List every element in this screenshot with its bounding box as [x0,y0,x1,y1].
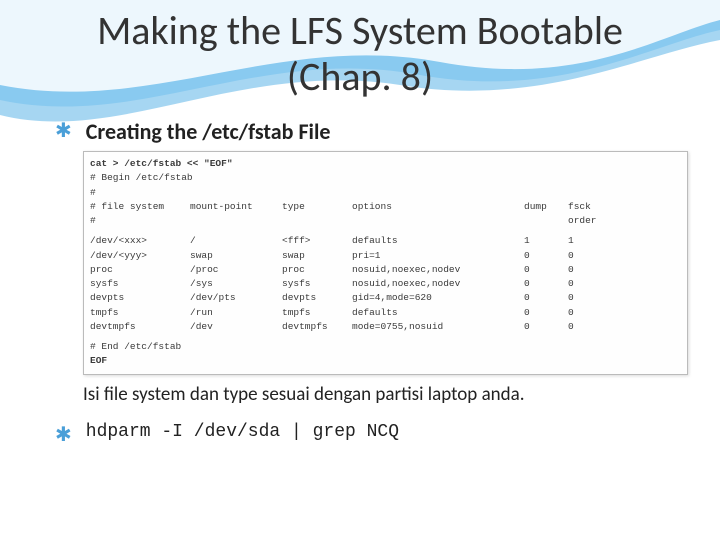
star-icon: ✱ [55,118,72,144]
code-begin: # Begin /etc/fstab [90,171,681,185]
bullet-item-1: ✱ Creating the /etc/fstab File [55,118,680,145]
bullet-2-text: hdparm -I /dev/sda | grep NCQ [86,422,399,442]
fstab-row: tmpfs/runtmpfsdefaults00 [90,306,681,320]
fstab-row: proc/procprocnosuid,noexec,nodev00 [90,263,681,277]
bullet-item-2: ✱ hdparm -I /dev/sda | grep NCQ [55,422,680,448]
fstab-row: /dev/<xxx>/<fff>defaults11 [90,234,681,248]
code-end: # End /etc/fstab [90,340,681,354]
code-cat-line: cat > /etc/fstab << "EOF" [90,158,233,169]
fstab-row: sysfs/syssysfsnosuid,noexec,nodev00 [90,277,681,291]
slide-content: ✱ Creating the /etc/fstab File cat > /et… [0,100,720,448]
slide-title: Making the LFS System Bootable (Chap. 8) [0,0,720,100]
code-eof: EOF [90,355,107,366]
note-text: Isi file system dan type sesuai dengan p… [83,383,680,406]
fstab-row: devpts/dev/ptsdevptsgid=4,mode=62000 [90,291,681,305]
code-header-row: # file system mount-point type options d… [90,200,681,214]
fstab-row: /dev/<yyy>swapswappri=100 [90,249,681,263]
title-line1: Making the LFS System Bootable [97,6,623,55]
code-hash: # [90,186,681,200]
code-header-row2: # order [90,214,681,228]
fstab-row: devtmpfs/devdevtmpfsmode=0755,nosuid00 [90,320,681,334]
bullet-1-text: Creating the /etc/fstab File [86,118,331,145]
title-line2: (Chap. 8) [287,52,433,101]
fstab-code-block: cat > /etc/fstab << "EOF" # Begin /etc/f… [83,151,688,375]
star-icon: ✱ [55,422,72,448]
